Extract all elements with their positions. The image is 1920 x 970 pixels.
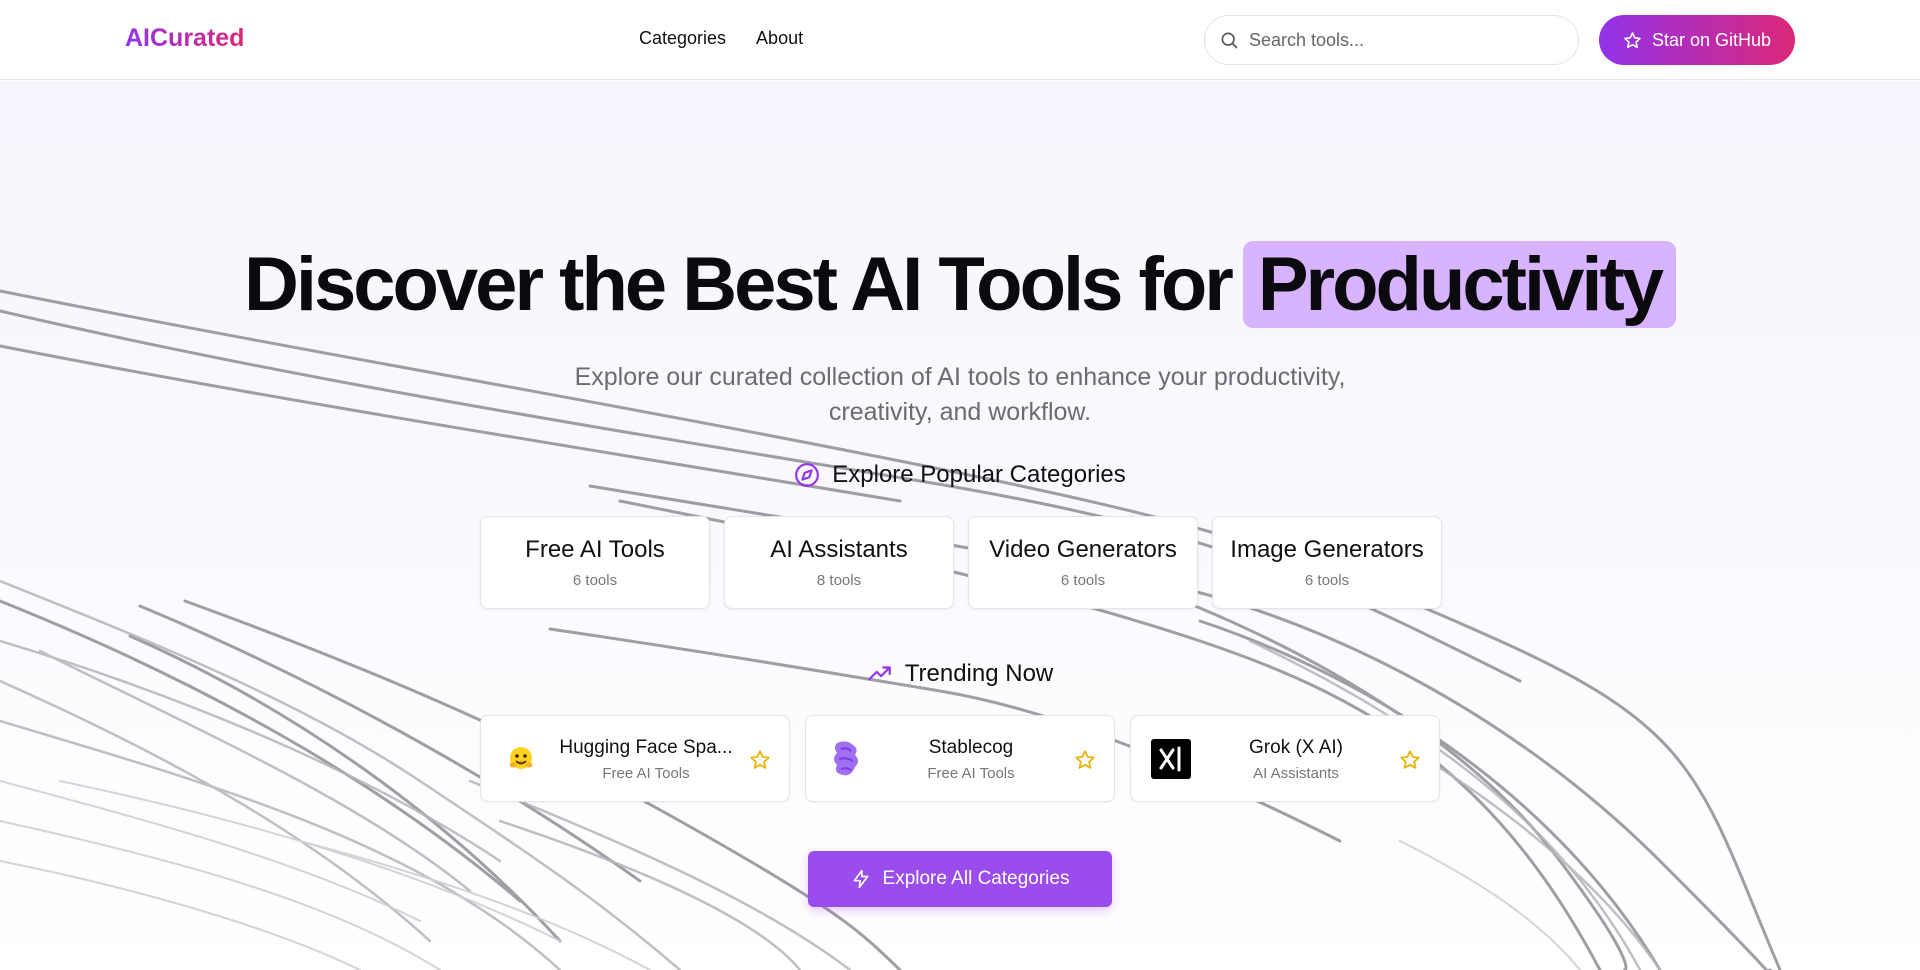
nav-link-about[interactable]: About bbox=[756, 28, 803, 49]
trending-tools: Hugging Face Spa... Free AI Tools Stable… bbox=[480, 715, 1440, 802]
tool-name: Stablecog bbox=[928, 737, 1014, 758]
tool-info: Stablecog Free AI Tools bbox=[876, 737, 1066, 782]
category-count: 6 tools bbox=[572, 572, 618, 589]
category-name: Video Generators bbox=[989, 536, 1177, 563]
search-box[interactable] bbox=[1204, 15, 1579, 65]
explore-all-categories-button[interactable]: Explore All Categories bbox=[808, 851, 1112, 907]
hero-subtitle-line-2: creativity, and workflow. bbox=[828, 398, 1092, 426]
search-icon bbox=[1221, 32, 1238, 49]
tool-name: Hugging Face Spa... bbox=[559, 737, 733, 758]
category-card-free-ai-tools[interactable]: Free AI Tools 6 tools bbox=[480, 516, 710, 609]
nav-link-categories[interactable]: Categories bbox=[639, 28, 726, 49]
tool-category: AI Assistants bbox=[1253, 765, 1339, 782]
favorite-star-icon[interactable] bbox=[749, 749, 771, 771]
hero-section: Discover the Best AI Tools for Productivi… bbox=[0, 81, 1920, 970]
tool-card-hugging-face[interactable]: Hugging Face Spa... Free AI Tools bbox=[480, 715, 790, 802]
category-name: Image Generators bbox=[1230, 536, 1424, 563]
category-name: Free AI Tools bbox=[525, 536, 665, 563]
category-card-ai-assistants[interactable]: AI Assistants 8 tools bbox=[724, 516, 954, 609]
favorite-star-icon[interactable] bbox=[1399, 749, 1421, 771]
hero-title: Discover the Best AI Tools for Productivi… bbox=[0, 241, 1920, 328]
tool-category: Free AI Tools bbox=[927, 765, 1015, 782]
site-logo[interactable]: AICurated bbox=[125, 24, 244, 53]
hero-title-text: Discover the Best AI Tools for bbox=[243, 242, 1234, 327]
hugging-face-logo bbox=[501, 739, 541, 779]
tool-category: Free AI Tools bbox=[602, 765, 690, 782]
category-card-image-generators[interactable]: Image Generators 6 tools bbox=[1212, 516, 1442, 609]
main-nav: Categories About bbox=[639, 28, 803, 49]
category-count: 8 tools bbox=[816, 572, 862, 589]
compass-icon bbox=[795, 463, 820, 487]
tool-name: Grok (X AI) bbox=[1249, 737, 1343, 758]
category-name: AI Assistants bbox=[770, 536, 908, 563]
category-count: 6 tools bbox=[1060, 572, 1106, 589]
explore-button-label: Explore All Categories bbox=[882, 868, 1070, 889]
hero-subtitle: Explore our curated collection of AI too… bbox=[510, 360, 1410, 430]
tool-card-grok[interactable]: Grok (X AI) AI Assistants bbox=[1130, 715, 1440, 802]
trending-heading-text: Trending Now bbox=[904, 660, 1054, 687]
tool-info: Hugging Face Spa... Free AI Tools bbox=[551, 737, 741, 782]
hero-subtitle-line-1: Explore our curated collection of AI too… bbox=[574, 363, 1346, 391]
github-button-label: Star on GitHub bbox=[1651, 29, 1772, 50]
star-on-github-button[interactable]: Star on GitHub bbox=[1599, 15, 1795, 65]
search-input[interactable] bbox=[1249, 29, 1549, 51]
hero-title-highlight: Productivity bbox=[1242, 241, 1677, 328]
category-count: 6 tools bbox=[1304, 572, 1350, 589]
stablecog-logo bbox=[826, 739, 866, 779]
trending-up-icon bbox=[867, 666, 891, 681]
categories-heading: Explore Popular Categories bbox=[0, 461, 1920, 489]
categories-heading-text: Explore Popular Categories bbox=[832, 461, 1126, 488]
popular-categories: Free AI Tools 6 tools AI Assistants 8 to… bbox=[480, 516, 1442, 609]
tool-card-stablecog[interactable]: Stablecog Free AI Tools bbox=[805, 715, 1115, 802]
category-card-video-generators[interactable]: Video Generators 6 tools bbox=[968, 516, 1198, 609]
trending-heading: Trending Now bbox=[0, 660, 1920, 688]
grok-logo bbox=[1151, 739, 1191, 779]
tool-info: Grok (X AI) AI Assistants bbox=[1201, 737, 1391, 782]
favorite-star-icon[interactable] bbox=[1074, 749, 1096, 771]
top-navbar: AICurated Categories About Star on GitHu… bbox=[0, 0, 1920, 80]
lightning-icon bbox=[853, 869, 869, 889]
star-icon bbox=[1624, 31, 1641, 48]
